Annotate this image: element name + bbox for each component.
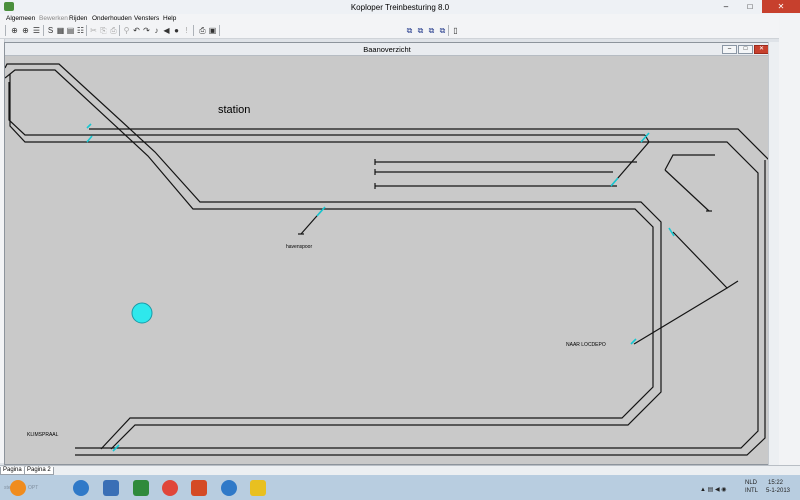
sound-icon[interactable]: ♪ [152,26,161,35]
export-icon[interactable]: ▣ [208,26,217,35]
signal-icon[interactable]: ⊕ [21,26,30,35]
arrange-icon[interactable]: ⧉ [427,26,436,35]
toolbar-separator [219,25,220,36]
excel-icon[interactable] [133,480,149,496]
tray-icons[interactable]: ▲ ▤ ◀ ◉ [700,486,726,493]
chrome-icon[interactable] [162,480,178,496]
toolbar: ⊕ ⊕ ☰ S ▦ ▤ ☷ ✂ ⎘ ⎙ ⚲ ↶ ↷ ♪ ◀ ● ! ⎙ ▣ ⧉ … [0,24,800,39]
taskbar: ste OPT ▲ ▤ ◀ ◉ NLD INTL 15:22 5-1-2013 [0,475,800,500]
child-minimize-button[interactable]: – [722,45,737,54]
browser-icon[interactable] [221,480,237,496]
vertical-scrollbar[interactable] [768,42,779,465]
turnout[interactable] [86,123,92,129]
grid-icon[interactable]: ▦ [56,26,65,35]
toolbar-separator [43,25,44,36]
light-icon[interactable]: ! [182,26,191,35]
track [8,82,87,136]
list-icon[interactable]: ☷ [76,26,85,35]
track [5,63,662,450]
menu-vensters[interactable]: Vensters [134,15,159,22]
internet-explorer-icon[interactable] [73,480,89,496]
turnout[interactable] [86,135,93,143]
speaker-icon[interactable]: ◀ [162,26,171,35]
turnout[interactable] [316,206,326,217]
title-bar: Koploper Treinbesturing 8.0 – □ ✕ [0,0,800,15]
undo-icon[interactable]: ↶ [132,26,141,35]
clock-date[interactable]: 5-1-2013 [766,488,790,494]
language-indicator-sub[interactable]: INTL [745,488,758,494]
track [5,69,654,450]
station-label: station [218,104,250,116]
stop-icon[interactable]: ● [172,26,181,35]
minimize-button[interactable]: – [714,0,738,13]
tile-icon[interactable]: ⧉ [405,26,414,35]
paste-icon[interactable]: ⎙ [109,26,118,35]
turnout-group [86,123,675,452]
window-title: Koploper Treinbesturing 8.0 [350,3,450,12]
child-close-button[interactable]: ✕ [754,45,769,54]
filter-icon[interactable]: ⚲ [122,26,131,35]
naar-locdepo-label: NAAR LOCDEPO [566,342,606,348]
clock-time[interactable]: 15:22 [768,480,783,486]
track [89,128,769,434]
close-button[interactable]: ✕ [762,0,800,13]
taskbar-ghost-text: OPT [28,485,39,491]
language-indicator[interactable]: NLD [745,480,757,486]
toolbar-separator [193,25,194,36]
menu-onderhouden[interactable]: Onderhouden [92,15,132,22]
print-icon[interactable]: ⎙ [198,26,207,35]
klimspraal-label: KLIMSPRAAL [27,432,59,438]
copy-icon[interactable]: ⎘ [99,26,108,35]
word-icon[interactable] [103,480,119,496]
cascade-icon[interactable]: ⧉ [416,26,425,35]
menu-bewerken[interactable]: Bewerken [39,15,68,22]
child-title-bar[interactable]: Baanoverzicht – □ ✕ [5,43,769,56]
child-window-title: Baanoverzicht [363,45,411,54]
track-group [5,63,769,456]
maximize-button[interactable]: □ [738,0,762,13]
track [633,231,728,345]
tab-pagina-2[interactable]: Pagina 2 [24,467,54,475]
toolbar-separator [86,25,87,36]
koploper-taskbar-icon[interactable] [250,480,266,496]
havenspoor-label: havenspoor [286,244,312,250]
menu-rijden[interactable]: Rijden [69,15,87,22]
redo-icon[interactable]: ↷ [142,26,151,35]
toolbar-separator [119,25,120,36]
locomotive-icon[interactable]: ⊕ [10,26,19,35]
page-tabs: Pagina 1 Pagina 2 [0,465,800,475]
track [664,169,710,212]
child-maximize-button[interactable]: □ [738,45,753,54]
cut-icon[interactable]: ✂ [89,26,98,35]
track [75,141,759,449]
page-icon[interactable]: ▯ [451,26,460,35]
block-icon[interactable]: ☰ [32,26,41,35]
turnout[interactable] [610,177,619,187]
train-marker[interactable] [131,302,153,324]
grid2-icon[interactable]: ▤ [66,26,75,35]
right-panel [779,14,800,465]
toolbar-separator [5,25,6,36]
menu-algemeen[interactable]: Algemeen [6,15,35,22]
track [664,154,715,171]
toolbar-separator [448,25,449,36]
arrange2-icon[interactable]: ⧉ [438,26,447,35]
track [726,280,739,289]
menu-bar: Algemeen Bewerken Rijden Onderhouden Ven… [0,14,800,24]
menu-help[interactable]: Help [163,15,176,22]
mail-icon[interactable] [191,480,207,496]
baanoverzicht-window: Baanoverzicht – □ ✕ station havenspoor N… [4,42,770,465]
track-layout-canvas[interactable]: station havenspoor NAAR LOCDEPO KLIMSPRA… [5,56,769,464]
s-icon[interactable]: S [46,26,55,35]
media-player-icon[interactable] [10,480,26,496]
